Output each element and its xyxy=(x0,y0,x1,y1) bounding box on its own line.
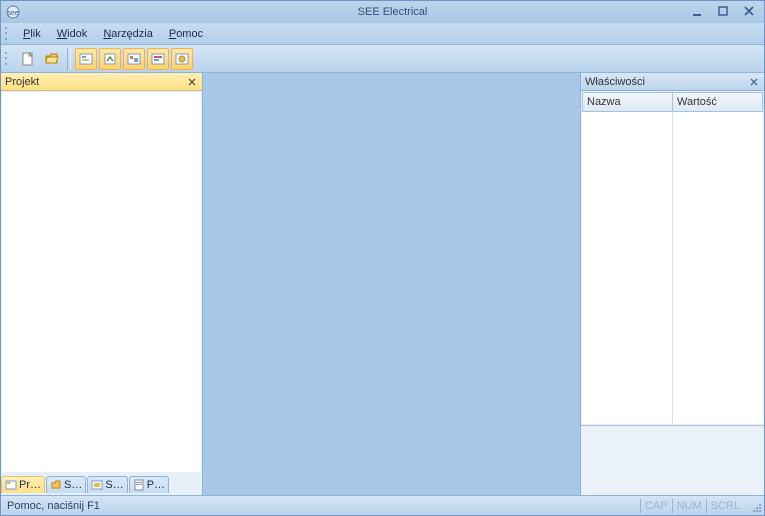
toolbar-button-1[interactable] xyxy=(75,48,97,70)
project-panel-title: Projekt xyxy=(5,76,39,88)
status-scrl: SCRL xyxy=(706,499,744,513)
tab-label: P… xyxy=(147,479,165,491)
maximize-button[interactable] xyxy=(714,3,732,19)
tab-project[interactable]: Pr… xyxy=(1,476,45,493)
project-tree[interactable] xyxy=(2,92,201,472)
app-icon: see xyxy=(5,4,21,20)
property-grid-body[interactable] xyxy=(582,112,763,424)
menu-view[interactable]: Widok xyxy=(49,26,96,42)
properties-panel: Właściwości Nazwa Wartość xyxy=(580,73,764,495)
svg-text:see: see xyxy=(7,10,18,17)
open-document-button[interactable] xyxy=(41,48,63,70)
toolbar-button-3[interactable] xyxy=(123,48,145,70)
property-description xyxy=(581,425,764,495)
properties-panel-title: Właściwości xyxy=(585,76,645,88)
menu-help[interactable]: Pomoc xyxy=(161,26,211,42)
new-document-button[interactable] xyxy=(17,48,39,70)
tab-label: S… xyxy=(105,479,123,491)
project-panel: Projekt Pr… S… S… P… xyxy=(1,73,203,495)
left-panel-tabs: Pr… S… S… P… xyxy=(1,473,202,495)
menu-grip[interactable] xyxy=(5,26,11,42)
tab-label: S… xyxy=(64,479,82,491)
property-grid[interactable]: Nazwa Wartość xyxy=(582,92,763,424)
minimize-button[interactable] xyxy=(688,3,706,19)
resize-grip[interactable] xyxy=(748,499,762,513)
workspace xyxy=(203,73,580,495)
close-icon[interactable] xyxy=(747,75,761,89)
toolbar-button-2[interactable] xyxy=(99,48,121,70)
property-column-value[interactable]: Wartość xyxy=(672,92,763,112)
tab-label: Pr… xyxy=(19,479,41,491)
status-bar: Pomoc, naciśnij F1 CAP NUM SCRL xyxy=(1,495,764,515)
toolbar-button-5[interactable] xyxy=(171,48,193,70)
tab-p[interactable]: P… xyxy=(129,476,169,493)
property-column-name[interactable]: Nazwa xyxy=(582,92,672,112)
toolbar xyxy=(1,45,764,73)
toolbar-button-4[interactable] xyxy=(147,48,169,70)
menu-file[interactable]: Plik xyxy=(15,26,49,42)
project-panel-header[interactable]: Projekt xyxy=(1,73,202,91)
tab-s2[interactable]: S… xyxy=(87,476,127,493)
tab-s1[interactable]: S… xyxy=(46,476,86,493)
toolbar-separator xyxy=(67,48,71,70)
status-num: NUM xyxy=(672,499,706,513)
status-help-text: Pomoc, naciśnij F1 xyxy=(7,500,100,512)
menu-bar: Plik Widok Narzędzia Pomoc xyxy=(1,23,764,45)
status-cap: CAP xyxy=(640,499,672,513)
title-bar: see SEE Electrical xyxy=(1,1,764,23)
close-button[interactable] xyxy=(740,3,758,19)
menu-tools[interactable]: Narzędzia xyxy=(95,26,161,42)
main-area: Projekt Pr… S… S… P… Właściwości Nazwa W… xyxy=(1,73,764,495)
property-grid-header: Nazwa Wartość xyxy=(582,92,763,112)
toolbar-grip[interactable] xyxy=(5,51,11,67)
close-icon[interactable] xyxy=(185,75,199,89)
app-title: SEE Electrical xyxy=(21,6,764,18)
properties-panel-header[interactable]: Właściwości xyxy=(581,73,764,91)
